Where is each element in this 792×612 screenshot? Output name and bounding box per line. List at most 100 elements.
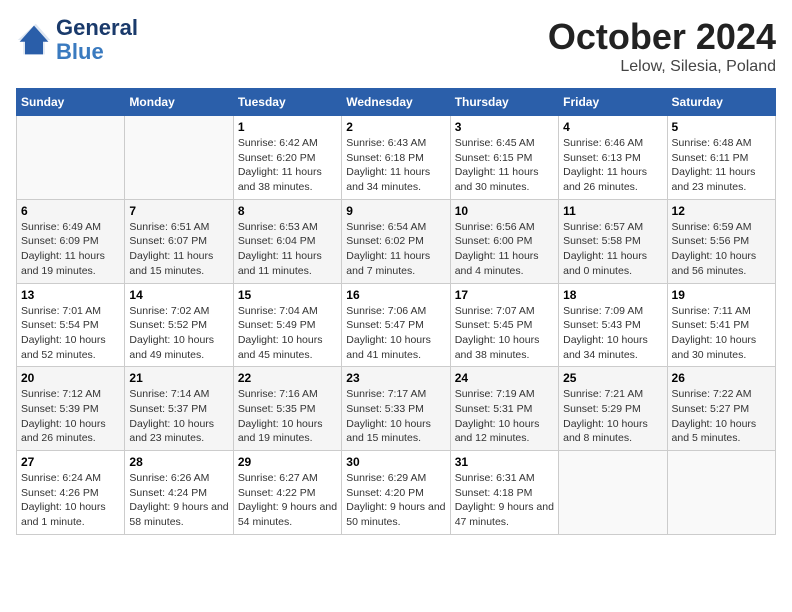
calendar-cell: 1Sunrise: 6:42 AM Sunset: 6:20 PM Daylig… [233, 116, 341, 200]
day-number: 28 [129, 455, 228, 469]
calendar-cell: 11 Sunrise: 6:57 AM Sunset: 5:58 PM Dayli… [559, 199, 667, 283]
day-number: 19 [672, 288, 771, 302]
calendar-cell: 13 Sunrise: 7:01 AM Sunset: 5:54 PM Dayli… [17, 283, 125, 367]
calendar-week-2: 6Sunrise: 6:49 AM Sunset: 6:09 PM Daylig… [17, 199, 776, 283]
day-number: 26 [672, 371, 771, 385]
calendar-cell: 3Sunrise: 6:45 AM Sunset: 6:15 PM Daylig… [450, 116, 558, 200]
calendar-cell: 4 Sunrise: 6:46 AM Sunset: 6:13 PM Daylig… [559, 116, 667, 200]
calendar-week-5: 27 Sunrise: 6:24 AM Sunset: 4:26 PM Dayli… [17, 451, 776, 535]
calendar-subtitle: Lelow, Silesia, Poland [548, 58, 776, 76]
logo-general: General [56, 15, 138, 40]
day-info: Sunrise: 7:07 AM Sunset: 5:45 PM Dayligh… [455, 304, 554, 363]
day-number: 4 [563, 120, 662, 134]
day-info: Sunrise: 6:46 AM Sunset: 6:13 PM Dayligh… [563, 136, 662, 195]
day-info: Sunrise: 6:49 AM Sunset: 6:09 PM Dayligh… [21, 220, 120, 279]
weekday-sunday: Sunday [17, 89, 125, 116]
day-info: Sunrise: 7:14 AM Sunset: 5:37 PM Dayligh… [129, 387, 228, 446]
calendar-cell: 8 Sunrise: 6:53 AM Sunset: 6:04 PM Daylig… [233, 199, 341, 283]
calendar-cell: 2Sunrise: 6:43 AM Sunset: 6:18 PM Daylig… [342, 116, 450, 200]
day-info: Sunrise: 7:19 AM Sunset: 5:31 PM Dayligh… [455, 387, 554, 446]
day-info: Sunrise: 7:21 AM Sunset: 5:29 PM Dayligh… [563, 387, 662, 446]
calendar-cell: 17Sunrise: 7:07 AM Sunset: 5:45 PM Dayli… [450, 283, 558, 367]
day-info: Sunrise: 7:22 AM Sunset: 5:27 PM Dayligh… [672, 387, 771, 446]
calendar-cell: 30Sunrise: 6:29 AM Sunset: 4:20 PM Dayli… [342, 451, 450, 535]
day-info: Sunrise: 6:29 AM Sunset: 4:20 PM Dayligh… [346, 471, 445, 530]
day-info: Sunrise: 6:48 AM Sunset: 6:11 PM Dayligh… [672, 136, 771, 195]
day-info: Sunrise: 6:31 AM Sunset: 4:18 PM Dayligh… [455, 471, 554, 530]
logo-icon [16, 22, 52, 58]
day-number: 23 [346, 371, 445, 385]
day-number: 11 [563, 204, 662, 218]
day-number: 31 [455, 455, 554, 469]
day-info: Sunrise: 6:54 AM Sunset: 6:02 PM Dayligh… [346, 220, 445, 279]
calendar-week-3: 13 Sunrise: 7:01 AM Sunset: 5:54 PM Dayli… [17, 283, 776, 367]
calendar-cell: 28 Sunrise: 6:26 AM Sunset: 4:24 PM Dayli… [125, 451, 233, 535]
weekday-header-row: SundayMondayTuesdayWednesdayThursdayFrid… [17, 89, 776, 116]
day-number: 20 [21, 371, 120, 385]
calendar-cell: 16Sunrise: 7:06 AM Sunset: 5:47 PM Dayli… [342, 283, 450, 367]
day-info: Sunrise: 6:27 AM Sunset: 4:22 PM Dayligh… [238, 471, 337, 530]
calendar-cell: 25Sunrise: 7:21 AM Sunset: 5:29 PM Dayli… [559, 367, 667, 451]
day-info: Sunrise: 6:56 AM Sunset: 6:00 PM Dayligh… [455, 220, 554, 279]
day-info: Sunrise: 6:51 AM Sunset: 6:07 PM Dayligh… [129, 220, 228, 279]
calendar-cell [17, 116, 125, 200]
day-number: 3 [455, 120, 554, 134]
calendar-cell: 21Sunrise: 7:14 AM Sunset: 5:37 PM Dayli… [125, 367, 233, 451]
calendar-title: October 2024 [548, 16, 776, 58]
logo-blue: Blue [56, 39, 104, 64]
day-info: Sunrise: 7:06 AM Sunset: 5:47 PM Dayligh… [346, 304, 445, 363]
calendar-cell [559, 451, 667, 535]
weekday-saturday: Saturday [667, 89, 775, 116]
calendar-cell: 20 Sunrise: 7:12 AM Sunset: 5:39 PM Dayli… [17, 367, 125, 451]
calendar-cell: 6Sunrise: 6:49 AM Sunset: 6:09 PM Daylig… [17, 199, 125, 283]
day-info: Sunrise: 7:02 AM Sunset: 5:52 PM Dayligh… [129, 304, 228, 363]
day-info: Sunrise: 6:24 AM Sunset: 4:26 PM Dayligh… [21, 471, 120, 530]
day-info: Sunrise: 6:53 AM Sunset: 6:04 PM Dayligh… [238, 220, 337, 279]
logo: General Blue [16, 16, 138, 64]
calendar-cell [667, 451, 775, 535]
day-info: Sunrise: 6:57 AM Sunset: 5:58 PM Dayligh… [563, 220, 662, 279]
day-number: 8 [238, 204, 337, 218]
day-number: 13 [21, 288, 120, 302]
day-number: 18 [563, 288, 662, 302]
day-info: Sunrise: 7:12 AM Sunset: 5:39 PM Dayligh… [21, 387, 120, 446]
calendar-cell: 7Sunrise: 6:51 AM Sunset: 6:07 PM Daylig… [125, 199, 233, 283]
calendar-cell: 15 Sunrise: 7:04 AM Sunset: 5:49 PM Dayli… [233, 283, 341, 367]
day-info: Sunrise: 7:01 AM Sunset: 5:54 PM Dayligh… [21, 304, 120, 363]
day-number: 5 [672, 120, 771, 134]
calendar-cell: 9 Sunrise: 6:54 AM Sunset: 6:02 PM Daylig… [342, 199, 450, 283]
calendar-cell: 27 Sunrise: 6:24 AM Sunset: 4:26 PM Dayli… [17, 451, 125, 535]
day-number: 9 [346, 204, 445, 218]
calendar-cell: 19Sunrise: 7:11 AM Sunset: 5:41 PM Dayli… [667, 283, 775, 367]
calendar-cell [125, 116, 233, 200]
weekday-thursday: Thursday [450, 89, 558, 116]
weekday-friday: Friday [559, 89, 667, 116]
title-block: October 2024 Lelow, Silesia, Poland [548, 16, 776, 76]
day-info: Sunrise: 6:26 AM Sunset: 4:24 PM Dayligh… [129, 471, 228, 530]
day-number: 15 [238, 288, 337, 302]
day-info: Sunrise: 7:04 AM Sunset: 5:49 PM Dayligh… [238, 304, 337, 363]
day-number: 10 [455, 204, 554, 218]
day-info: Sunrise: 7:09 AM Sunset: 5:43 PM Dayligh… [563, 304, 662, 363]
weekday-tuesday: Tuesday [233, 89, 341, 116]
calendar-week-1: 1Sunrise: 6:42 AM Sunset: 6:20 PM Daylig… [17, 116, 776, 200]
weekday-wednesday: Wednesday [342, 89, 450, 116]
day-number: 22 [238, 371, 337, 385]
day-info: Sunrise: 7:16 AM Sunset: 5:35 PM Dayligh… [238, 387, 337, 446]
day-info: Sunrise: 6:42 AM Sunset: 6:20 PM Dayligh… [238, 136, 337, 195]
calendar-cell: 18 Sunrise: 7:09 AM Sunset: 5:43 PM Dayli… [559, 283, 667, 367]
calendar-cell: 31 Sunrise: 6:31 AM Sunset: 4:18 PM Dayli… [450, 451, 558, 535]
calendar-cell: 14Sunrise: 7:02 AM Sunset: 5:52 PM Dayli… [125, 283, 233, 367]
calendar-cell: 5 Sunrise: 6:48 AM Sunset: 6:11 PM Daylig… [667, 116, 775, 200]
day-info: Sunrise: 7:17 AM Sunset: 5:33 PM Dayligh… [346, 387, 445, 446]
calendar-cell: 12Sunrise: 6:59 AM Sunset: 5:56 PM Dayli… [667, 199, 775, 283]
day-number: 24 [455, 371, 554, 385]
calendar-body: 1Sunrise: 6:42 AM Sunset: 6:20 PM Daylig… [17, 116, 776, 535]
logo-text: General Blue [56, 16, 138, 64]
day-number: 27 [21, 455, 120, 469]
calendar-cell: 24 Sunrise: 7:19 AM Sunset: 5:31 PM Dayli… [450, 367, 558, 451]
calendar-table: SundayMondayTuesdayWednesdayThursdayFrid… [16, 88, 776, 535]
weekday-monday: Monday [125, 89, 233, 116]
calendar-cell: 23 Sunrise: 7:17 AM Sunset: 5:33 PM Dayli… [342, 367, 450, 451]
day-info: Sunrise: 6:59 AM Sunset: 5:56 PM Dayligh… [672, 220, 771, 279]
